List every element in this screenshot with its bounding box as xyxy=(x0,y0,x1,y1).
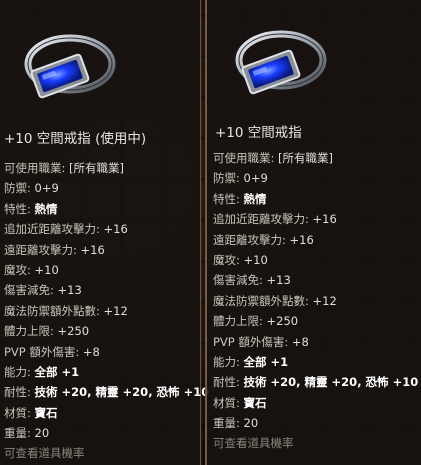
stat-ability: 能力: 全部 +1 xyxy=(4,364,80,379)
stat-resistance: 耐性: 技術 +20, 精靈 +20, 恐怖 +10 xyxy=(213,375,419,390)
stat-trait: 特性: 熱情 xyxy=(4,201,58,216)
stat-class: 可使用職業: [所有職業] xyxy=(4,161,125,175)
compare-item-tooltip: +10 空間戒指 可使用職業: [所有職業] 防禦: 0+9 特性: 熱情 追加… xyxy=(205,0,421,465)
stat-weight: 重量: 20 xyxy=(213,416,259,431)
stat-weight: 重量: 20 xyxy=(4,426,50,441)
stat-damage-reduction: 傷害減免: +13 xyxy=(213,273,291,288)
item-title: +10 空間戒指 xyxy=(215,125,302,141)
item-title: +10 空間戒指 (使用中) xyxy=(4,131,147,147)
stat-hp-max: 體力上限: +250 xyxy=(4,324,90,339)
stat-hp-max: 體力上限: +250 xyxy=(213,314,299,329)
stat-pvp-damage: PVP 額外傷害: +8 xyxy=(213,334,309,349)
stat-magic-defense: 魔法防禦額外點數: +12 xyxy=(213,293,337,308)
stat-trait: 特性: 熱情 xyxy=(213,191,267,206)
stat-magic-defense: 魔法防禦額外點數: +12 xyxy=(4,303,128,318)
stat-magic-attack: 魔攻: +10 xyxy=(4,262,59,277)
stat-magic-attack: 魔攻: +10 xyxy=(213,252,268,267)
stat-ranged-attack: 遠距離攻擊力: +16 xyxy=(4,242,105,257)
view-item-probability[interactable]: 可查看道具機率 xyxy=(4,443,209,463)
stat-material: 材質: 寶石 xyxy=(4,405,58,420)
stat-resistance: 耐性: 技術 +20, 精靈 +20, 恐怖 +10 xyxy=(4,385,210,400)
stat-pvp-damage: PVP 額外傷害: +8 xyxy=(4,344,100,359)
sapphire-ring-icon xyxy=(24,34,116,99)
stat-melee-attack: 追加近距離攻擊力: +16 xyxy=(213,212,337,227)
sapphire-ring-icon xyxy=(235,30,327,95)
stat-defense: 防禦: 0+9 xyxy=(4,181,59,196)
equipped-item-tooltip: +10 空間戒指 (使用中) 可使用職業: [所有職業] 防禦: 0+9 特性:… xyxy=(0,0,209,465)
stat-ranged-attack: 遠距離攻擊力: +16 xyxy=(213,232,314,247)
stat-class: 可使用職業: [所有職業] xyxy=(213,151,334,165)
stat-ability: 能力: 全部 +1 xyxy=(213,354,289,369)
item-stat-list: 可使用職業: [所有職業] 防禦: 0+9 特性: 熱情 追加近距離攻擊力: +… xyxy=(4,158,209,464)
stat-melee-attack: 追加近距離攻擊力: +16 xyxy=(4,222,128,237)
stat-damage-reduction: 傷害減免: +13 xyxy=(4,283,82,298)
stat-defense: 防禦: 0+9 xyxy=(213,171,268,186)
view-item-probability[interactable]: 可查看道具機率 xyxy=(213,433,418,453)
stat-material: 材質: 寶石 xyxy=(213,395,267,410)
item-stat-list: 可使用職業: [所有職業] 防禦: 0+9 特性: 熱情 追加近距離攻擊力: +… xyxy=(213,148,418,454)
